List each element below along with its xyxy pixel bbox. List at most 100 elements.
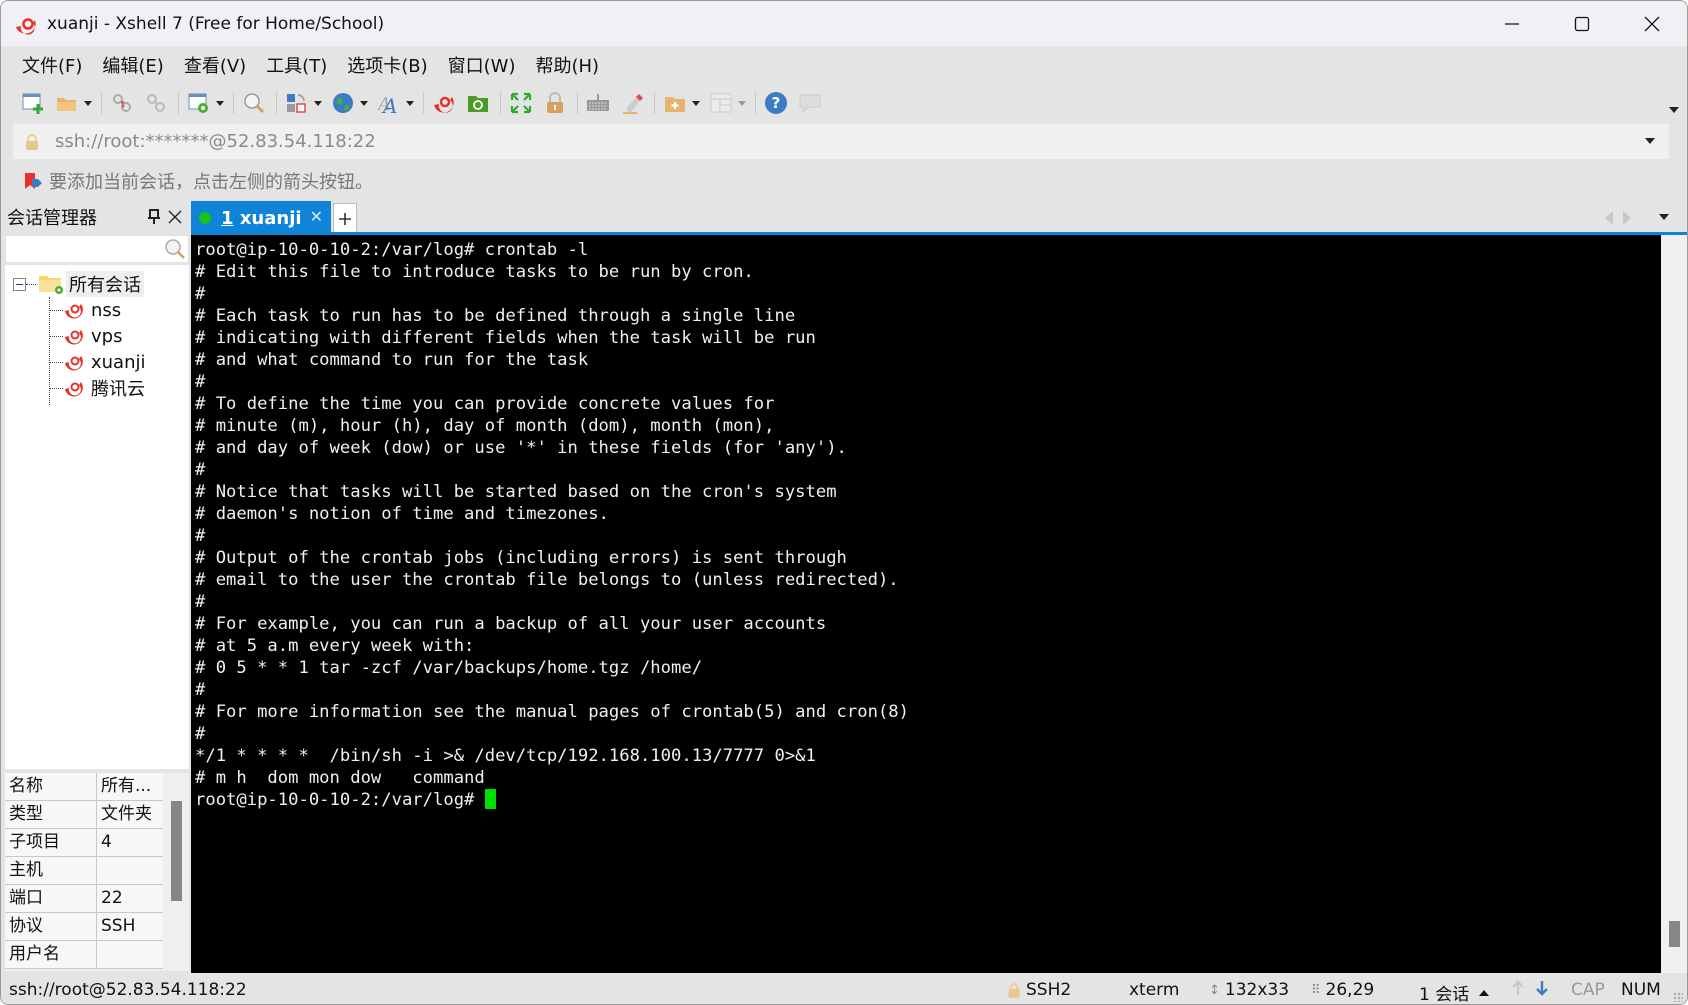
keyboard-button[interactable] [584, 89, 612, 117]
new-tab-button[interactable] [333, 203, 357, 235]
property-key: 子项目 [5, 829, 97, 856]
disconnect-button[interactable] [142, 89, 170, 117]
property-row[interactable]: 用户名 [5, 941, 163, 969]
tab-xuanji[interactable]: 1 xuanji ✕ [191, 201, 331, 235]
property-row[interactable]: 类型 文件夹 [5, 801, 163, 829]
session-item[interactable]: vps [49, 323, 122, 349]
open-session-button[interactable] [53, 89, 81, 117]
tab-next-icon[interactable] [1623, 211, 1631, 225]
size-label: 132x33 [1224, 980, 1290, 1000]
chat-button[interactable] [796, 89, 824, 117]
tree-connector [49, 335, 63, 337]
globe-button[interactable] [329, 89, 357, 117]
tree-root-all-sessions[interactable]: 所有会话 [13, 271, 144, 297]
pin-icon[interactable] [147, 209, 161, 225]
upload-button[interactable] [1511, 980, 1525, 996]
transfer-dropdown[interactable] [313, 89, 323, 117]
tab-close-icon[interactable]: ✕ [310, 207, 323, 226]
collapse-toggle-icon[interactable] [13, 277, 26, 291]
property-key: 用户名 [5, 941, 97, 968]
layout-dropdown[interactable] [737, 89, 747, 117]
reconnect-button[interactable] [108, 89, 136, 117]
terminal-prompt: root@ip-10-0-10-2:/var/log# [195, 790, 485, 810]
tree-connector [49, 387, 63, 389]
menu-tab[interactable]: 选项卡(B) [344, 50, 430, 80]
new-folder-button[interactable] [661, 89, 689, 117]
tab-prev-icon[interactable] [1605, 211, 1613, 225]
download-button[interactable] [1535, 980, 1549, 996]
menu-tools[interactable]: 工具(T) [263, 50, 330, 80]
toolbar: AA ? [1, 85, 1687, 121]
tab-menu-icon[interactable] [1659, 214, 1669, 220]
find-button[interactable] [240, 89, 268, 117]
address-bar[interactable]: ssh://root:*******@52.83.54.118:22 [13, 124, 1669, 159]
property-row[interactable]: 端口 22 [5, 885, 163, 913]
status-size: ↕ 132x33 [1209, 980, 1289, 1000]
disconnect-icon [147, 94, 165, 112]
close-button[interactable] [1617, 1, 1687, 46]
terminal[interactable]: root@ip-10-0-10-2:/var/log# crontab -l # … [191, 235, 1661, 973]
status-bar: ssh://root@52.83.54.118:22 SSH2 xterm ↕ … [1, 973, 1687, 1004]
new-session-button[interactable] [19, 89, 47, 117]
xftp-button[interactable] [464, 89, 492, 117]
status-cursor-position: ⠿ 26,29 [1311, 980, 1374, 1000]
session-item[interactable]: 腾讯云 [49, 375, 145, 401]
terminal-line: # and what command to run for the task [195, 350, 589, 370]
sessions-up-icon [1479, 989, 1490, 996]
session-properties-button[interactable] [185, 89, 213, 117]
menu-window[interactable]: 窗口(W) [445, 50, 519, 80]
fullscreen-button[interactable] [507, 89, 535, 117]
terminal-line: # indicating with different fields when … [195, 328, 816, 348]
session-search-input[interactable] [5, 235, 189, 263]
maximize-button[interactable] [1547, 1, 1617, 46]
font-dropdown[interactable] [405, 89, 415, 117]
status-sessions[interactable]: 1 会话 [1419, 980, 1490, 1004]
add-session-arrow-icon[interactable] [23, 171, 43, 191]
minimize-button[interactable] [1477, 1, 1547, 46]
menu-help[interactable]: 帮助(H) [532, 50, 602, 80]
open-dropdown[interactable] [83, 89, 93, 117]
font-button[interactable]: AA [375, 89, 403, 117]
property-row[interactable]: 协议 SSH [5, 913, 163, 941]
resize-grip-icon[interactable] [1673, 992, 1683, 1002]
property-row[interactable]: 子项目 4 [5, 829, 163, 857]
property-row[interactable]: 主机 [5, 857, 163, 885]
tree-root-label: 所有会话 [66, 271, 144, 297]
layout-button[interactable] [707, 89, 735, 117]
close-panel-icon[interactable] [167, 207, 183, 229]
session-item[interactable]: xuanji [49, 349, 146, 375]
search-icon[interactable] [164, 238, 186, 260]
connected-status-icon [199, 212, 211, 224]
xshell-button[interactable] [430, 89, 458, 117]
properties-dropdown[interactable] [215, 89, 225, 117]
address-dropdown-icon[interactable] [1645, 138, 1655, 144]
menu-file[interactable]: 文件(F) [19, 50, 85, 80]
cursor-position-label: 26,29 [1325, 980, 1375, 1000]
menu-edit[interactable]: 编辑(E) [99, 50, 166, 80]
toolbar-separator [233, 92, 234, 114]
tree-connector [26, 283, 36, 285]
session-item[interactable]: nss [49, 297, 121, 323]
terminal-line: # minute (m), hour (h), day of month (do… [195, 416, 775, 436]
transfer-layout-button[interactable] [283, 89, 311, 117]
property-value: 文件夹 [101, 804, 152, 824]
terminal-line: # To define the time you can provide con… [195, 394, 775, 414]
help-button[interactable]: ? [762, 89, 790, 117]
address-input[interactable]: ssh://root:*******@52.83.54.118:22 [55, 131, 376, 152]
terminal-scrollbar-thumb[interactable] [1669, 921, 1680, 947]
lock-button[interactable] [541, 89, 569, 117]
tab-navigation [1605, 211, 1631, 225]
property-value: SSH [101, 916, 136, 936]
menu-view[interactable]: 查看(V) [181, 50, 249, 80]
globe-dropdown[interactable] [359, 89, 369, 117]
new-folder-dropdown[interactable] [691, 89, 701, 117]
properties-scrollbar[interactable] [171, 801, 182, 901]
property-row[interactable]: 名称 所有... [5, 773, 163, 801]
terminal-line: # [195, 680, 206, 700]
maximize-icon [1574, 16, 1590, 31]
toolbar-separator [276, 92, 277, 114]
toolbar-overflow-icon[interactable] [1669, 107, 1679, 113]
terminal-scrollbar[interactable] [1661, 235, 1687, 973]
highlight-button[interactable] [618, 89, 646, 117]
session-label: 腾讯云 [91, 379, 145, 400]
